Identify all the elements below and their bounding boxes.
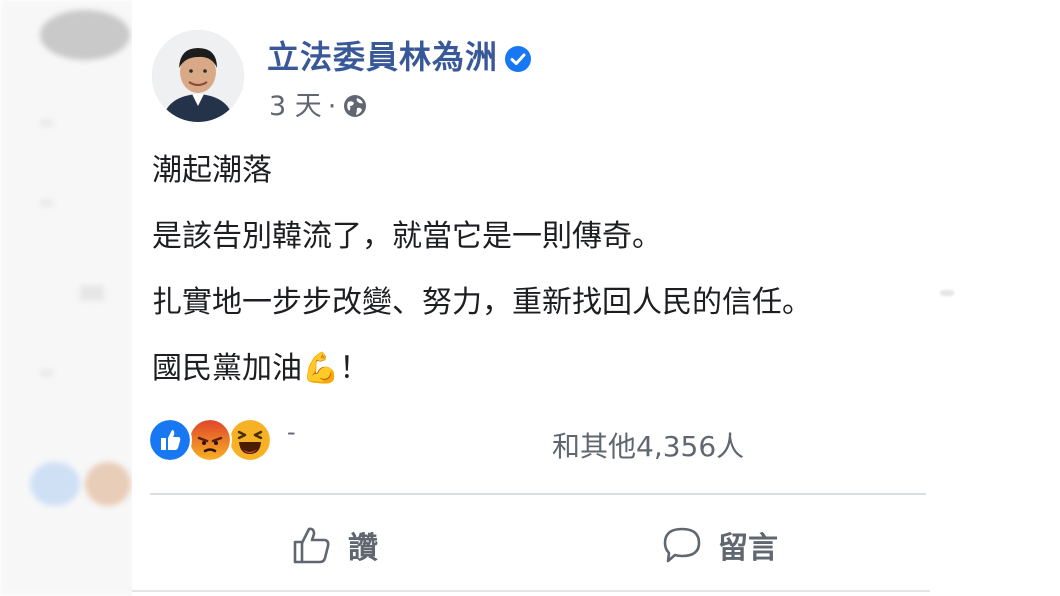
divider (132, 590, 930, 592)
background-avatar-blur (40, 10, 130, 60)
background-avatar-blur (30, 462, 80, 506)
background-dot (40, 200, 54, 206)
globe-icon[interactable] (342, 93, 368, 119)
author-name-row: 立法委員林為洲 (267, 32, 532, 78)
background-dot (40, 370, 54, 376)
background-dot (940, 290, 954, 296)
divider (150, 493, 926, 495)
haha-icon (230, 420, 270, 460)
angry-icon (190, 420, 230, 460)
like-button[interactable]: 讚 (290, 520, 378, 570)
reaction-count[interactable]: 和其他4,356人 (552, 425, 744, 465)
post-line: 國民黨加油💪！ (152, 351, 370, 386)
post-timestamp[interactable]: 3 天 (269, 91, 322, 122)
comment-button-label: 留言 (718, 531, 778, 566)
comment-button[interactable]: 留言 (660, 520, 778, 570)
post-line: 是該告別韓流了，就當它是一則傳奇。 (152, 219, 662, 254)
background-avatar-blur (85, 462, 131, 506)
background-feed (0, 0, 135, 596)
like-icon (150, 420, 190, 460)
background-dot (40, 120, 54, 126)
meta-separator: · (327, 91, 337, 122)
post-line: 扎實地一步步改變、努力，重新找回人民的信任。 (152, 285, 812, 320)
comment-icon (663, 527, 701, 563)
avatar[interactable] (152, 30, 244, 122)
post-body: 潮起潮落 是該告別韓流了，就當它是一則傳奇。 扎實地一步步改變、努力，重新找回人… (152, 150, 812, 414)
thumbs-up-icon (293, 527, 330, 564)
post-card: 立法委員林為洲 3 天 · 潮起潮落 是該告別韓流了，就當它是一則傳奇。 扎實地一… (132, 0, 930, 596)
post-meta: 3 天 · (269, 84, 368, 123)
verified-badge-icon (505, 46, 532, 72)
like-button-label: 讚 (348, 531, 378, 566)
avatar-photo (152, 30, 244, 122)
post-line: 潮起潮落 (152, 153, 272, 188)
reaction-names-truncated: - (287, 418, 296, 446)
background-right (930, 0, 1060, 596)
background-dot (80, 285, 104, 301)
author-name[interactable]: 立法委員林為洲 (267, 38, 498, 76)
